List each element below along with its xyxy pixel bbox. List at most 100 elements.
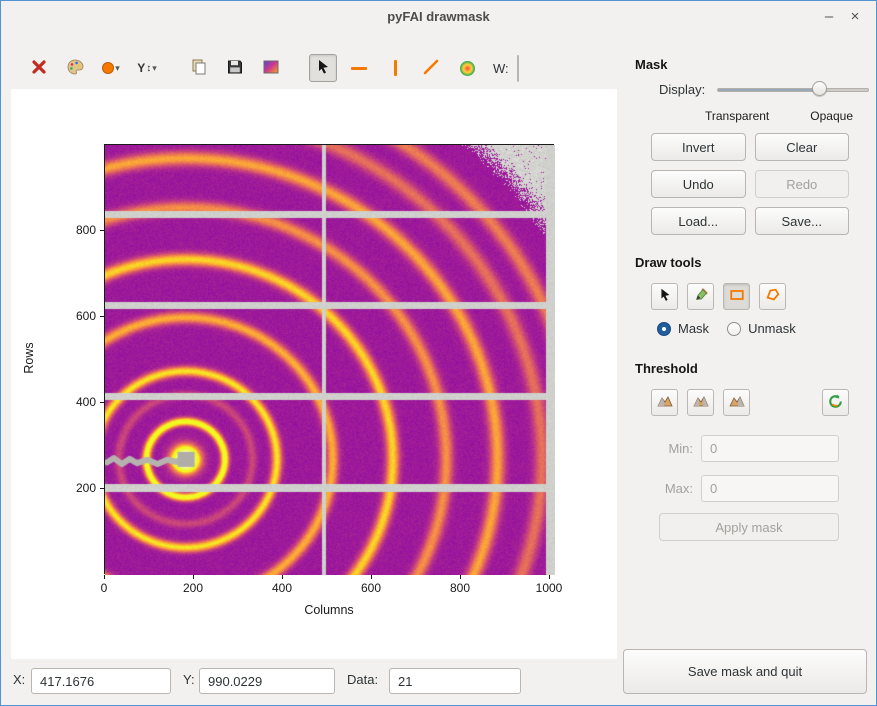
x-tick bbox=[193, 575, 194, 579]
pencil-width-spinbox[interactable]: ▲ ▼ bbox=[517, 55, 519, 82]
slider-track bbox=[717, 88, 869, 92]
chevron-down-icon: ▾ bbox=[115, 63, 120, 74]
vertical-line-tool-button[interactable] bbox=[381, 54, 409, 82]
opaque-label: Opaque bbox=[810, 109, 853, 123]
min-row: Min: bbox=[651, 435, 849, 462]
transparent-label: Transparent bbox=[705, 109, 769, 123]
threshold-above-icon bbox=[729, 393, 745, 412]
max-row: Max: bbox=[651, 475, 849, 502]
y-coordinate-field[interactable] bbox=[199, 668, 335, 694]
x-coordinate-label: X: bbox=[13, 672, 25, 687]
draw-tools-title: Draw tools bbox=[635, 255, 701, 270]
horizontal-line-icon bbox=[351, 67, 367, 70]
plot-toolbar: ▾ Y ↕ ▾ bbox=[1, 47, 256, 89]
clear-button[interactable]: Clear bbox=[755, 133, 850, 161]
marker-style-button[interactable]: ▾ bbox=[97, 54, 125, 82]
diagonal-line-tool-button[interactable] bbox=[417, 54, 445, 82]
unmask-radio-label: Unmask bbox=[748, 321, 796, 336]
pencil-icon bbox=[693, 287, 709, 306]
load-mask-button[interactable]: Load... bbox=[651, 207, 746, 235]
chevron-down-icon: ▾ bbox=[152, 63, 157, 74]
close-button[interactable]: × bbox=[844, 7, 866, 27]
vertical-line-icon bbox=[394, 60, 397, 76]
x-tick bbox=[104, 575, 105, 579]
diagonal-line-icon bbox=[422, 58, 440, 79]
y-tick-label: 400 bbox=[56, 395, 96, 409]
threshold-tools-row bbox=[651, 389, 849, 416]
max-input bbox=[701, 475, 839, 502]
x-tick bbox=[460, 575, 461, 579]
threshold-title: Threshold bbox=[635, 361, 698, 376]
undo-button[interactable]: Undo bbox=[651, 170, 746, 198]
arrow-cursor-icon bbox=[314, 58, 332, 79]
x-tick bbox=[549, 575, 550, 579]
minimize-button[interactable]: – bbox=[818, 7, 840, 27]
copy-button[interactable] bbox=[185, 54, 213, 82]
quit-button[interactable] bbox=[25, 54, 53, 82]
orange-circle-icon bbox=[102, 62, 114, 74]
apply-mask-button: Apply mask bbox=[659, 513, 839, 541]
palette-button[interactable] bbox=[61, 54, 89, 82]
save-mask-button[interactable]: Save... bbox=[755, 207, 850, 235]
x-tick bbox=[282, 575, 283, 579]
pencil-width-input[interactable] bbox=[518, 56, 519, 81]
x-tick-label: 800 bbox=[450, 581, 470, 595]
load-save-row: Load... Save... bbox=[651, 207, 849, 235]
titlebar: pyFAI drawmask – × bbox=[1, 1, 876, 33]
threshold-between-icon bbox=[693, 393, 709, 412]
x-coordinate-field[interactable] bbox=[31, 668, 171, 694]
print-image-button[interactable] bbox=[257, 54, 285, 82]
x-tick-label: 600 bbox=[361, 581, 381, 595]
threshold-above-button[interactable] bbox=[723, 389, 750, 416]
y-axis-icon: Y bbox=[137, 61, 145, 75]
window-title: pyFAI drawmask bbox=[1, 9, 876, 24]
diffraction-image[interactable] bbox=[105, 145, 555, 575]
y-tick bbox=[100, 488, 104, 489]
x-tick-label: 0 bbox=[101, 581, 108, 595]
pan-select-tool-button[interactable] bbox=[309, 54, 337, 82]
pencil-tool-button[interactable] bbox=[687, 283, 714, 310]
data-value-label: Data: bbox=[347, 672, 378, 687]
plot-area bbox=[104, 144, 554, 574]
polygon-icon bbox=[765, 287, 781, 306]
x-tick-label: 400 bbox=[272, 581, 292, 595]
undo-redo-row: Undo Redo bbox=[651, 170, 849, 198]
display-row: Display: bbox=[631, 81, 869, 97]
x-tick-label: 1000 bbox=[536, 581, 563, 595]
polygon-tool-button[interactable] bbox=[759, 283, 786, 310]
redo-button: Redo bbox=[755, 170, 850, 198]
horizontal-line-tool-button[interactable] bbox=[345, 54, 373, 82]
display-label: Display: bbox=[659, 82, 705, 97]
unmask-radio[interactable] bbox=[727, 322, 741, 336]
y-axis-label: Rows bbox=[22, 278, 36, 438]
arrow-cursor-icon bbox=[657, 287, 673, 306]
data-value-field[interactable] bbox=[389, 668, 521, 694]
colormap-icon bbox=[460, 61, 475, 76]
slider-scale-labels: Transparent Opaque bbox=[631, 109, 869, 123]
mask-transparency-slider[interactable] bbox=[717, 81, 869, 97]
save-snapshot-button[interactable] bbox=[221, 54, 249, 82]
mask-side-panel: Mask Display: Transparent Opaque Invert … bbox=[631, 57, 869, 637]
y-axis-direction-button[interactable]: Y ↕ ▾ bbox=[133, 54, 161, 82]
rectangle-tool-button[interactable] bbox=[723, 283, 750, 310]
threshold-below-icon bbox=[657, 393, 673, 412]
select-tool-button[interactable] bbox=[651, 283, 678, 310]
slider-thumb[interactable] bbox=[812, 81, 827, 96]
y-tick bbox=[100, 230, 104, 231]
y-tick-label: 800 bbox=[56, 223, 96, 237]
palette-icon bbox=[66, 58, 84, 79]
rectangle-icon bbox=[729, 287, 745, 306]
invert-button[interactable]: Invert bbox=[651, 133, 746, 161]
threshold-below-button[interactable] bbox=[651, 389, 678, 416]
floppy-disk-icon bbox=[226, 58, 244, 79]
mask-radio-label: Mask bbox=[678, 321, 709, 336]
refresh-threshold-button[interactable] bbox=[822, 389, 849, 416]
mask-radio[interactable] bbox=[657, 322, 671, 336]
colormap-button[interactable] bbox=[453, 54, 481, 82]
min-label: Min: bbox=[651, 441, 693, 456]
y-tick-label: 600 bbox=[56, 309, 96, 323]
pyfai-drawmask-window: pyFAI drawmask – × ▾ Y ↕ ▾ bbox=[0, 0, 877, 706]
threshold-between-button[interactable] bbox=[687, 389, 714, 416]
up-down-arrow-icon: ↕ bbox=[146, 63, 151, 74]
red-x-icon bbox=[30, 58, 48, 79]
